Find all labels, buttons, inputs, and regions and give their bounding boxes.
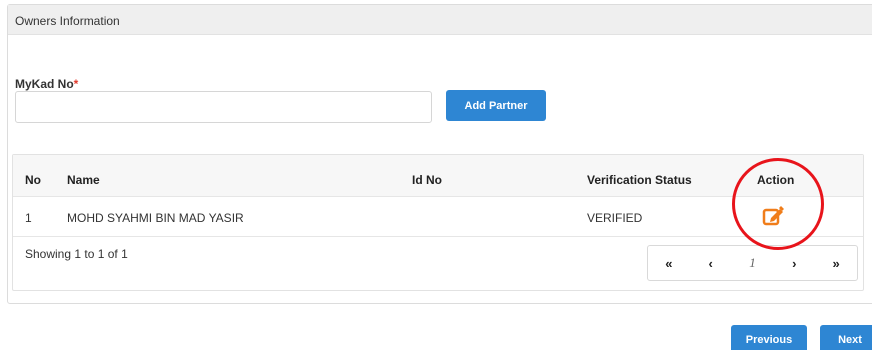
add-partner-button[interactable]: Add Partner: [446, 90, 546, 121]
required-marker: *: [73, 77, 79, 91]
column-header-action: Action: [757, 173, 795, 187]
row-verification-status: VERIFIED: [587, 211, 643, 225]
mykad-label-text: MyKad No: [15, 77, 74, 91]
first-page-button[interactable]: «: [648, 246, 690, 280]
showing-entries-text: Showing 1 to 1 of 1: [25, 247, 128, 261]
edit-icon[interactable]: [762, 205, 784, 227]
row-name: MOHD SYAHMI BIN MAD YASIR: [67, 211, 244, 225]
table-header-row: No Name Id No Verification Status Action: [13, 155, 863, 197]
current-page-button[interactable]: 1: [732, 246, 774, 280]
next-button[interactable]: Next: [820, 325, 872, 350]
table-row: 1 MOHD SYAHMI BIN MAD YASIR VERIFIED: [13, 197, 863, 237]
column-header-verification-status: Verification Status: [587, 173, 692, 187]
last-page-button[interactable]: »: [815, 246, 857, 280]
column-header-no: No: [25, 173, 41, 187]
previous-button[interactable]: Previous: [731, 325, 807, 350]
mykad-input[interactable]: [15, 91, 432, 123]
pagination: « ‹ 1 › »: [647, 245, 858, 281]
row-no: 1: [25, 211, 32, 225]
column-header-id-no: Id No: [412, 173, 442, 187]
mykad-label: MyKad No*: [15, 77, 78, 91]
next-page-button[interactable]: ›: [773, 246, 815, 280]
column-header-name: Name: [67, 173, 100, 187]
owners-table: No Name Id No Verification Status Action…: [12, 154, 864, 291]
previous-page-button[interactable]: ‹: [690, 246, 732, 280]
panel-title: Owners Information: [8, 5, 872, 35]
